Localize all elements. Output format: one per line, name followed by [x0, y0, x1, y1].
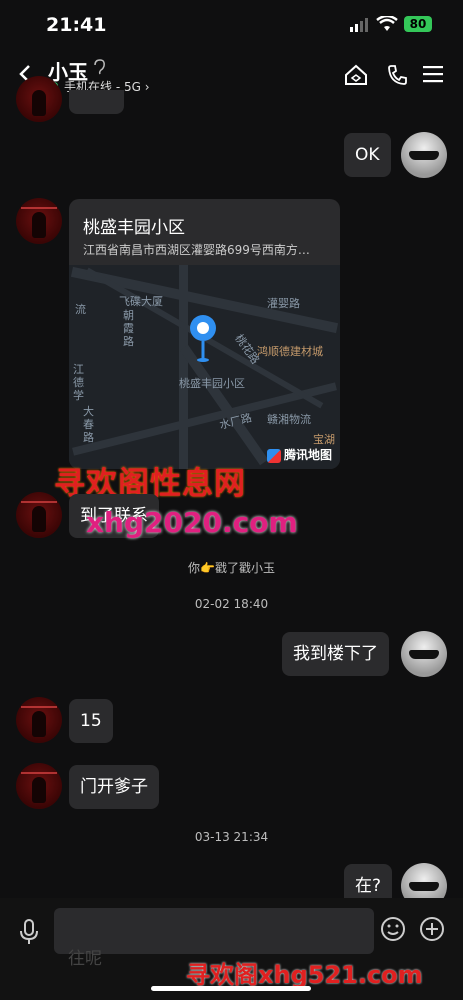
plus-icon[interactable]	[419, 916, 445, 942]
tencent-map-icon	[266, 448, 281, 463]
location-name: 桃盛丰园小区	[83, 218, 185, 238]
chevron-right-icon: ›	[144, 80, 150, 94]
map-label: 朝霞路	[123, 309, 134, 348]
status-bar: 21:41 80	[0, 0, 463, 50]
watermark-url: xhg2020.com	[86, 506, 298, 539]
location-map[interactable]: 飞碟大厦 朝霞路 流 灌婴路 鸿顺德建材城 桃花路 桃盛丰园小区 江德学 大春路…	[69, 265, 340, 469]
message-bubble-sent: 我到楼下了	[282, 632, 389, 676]
phone-icon[interactable]	[386, 64, 408, 86]
location-pin-icon	[190, 315, 216, 362]
map-label: 鸿顺德建材城	[257, 345, 323, 358]
location-card[interactable]: 桃盛丰园小区 江西省南昌市西湖区灌婴路699号西南方… 飞碟大厦 朝霞路 流 灌…	[69, 199, 340, 469]
message-bubble-sent: OK	[344, 133, 391, 177]
contact-avatar[interactable]	[16, 76, 62, 122]
menu-icon[interactable]	[423, 64, 443, 84]
contact-avatar[interactable]	[16, 697, 62, 743]
map-label: 大春路	[83, 405, 94, 444]
contact-avatar[interactable]	[16, 763, 62, 809]
contact-avatar[interactable]	[16, 492, 62, 538]
watermark-bottom: 寻欢阁xhg521.com	[186, 961, 423, 989]
timestamp: 02-02 18:40	[194, 597, 269, 611]
message-bubble-received: 门开爹子	[69, 765, 159, 809]
message-preview-faint: 往呢	[68, 949, 102, 969]
message-input[interactable]	[54, 908, 374, 954]
map-label: 桃盛丰园小区	[179, 377, 245, 390]
signal-icon	[350, 18, 368, 32]
my-avatar[interactable]	[401, 132, 447, 178]
home-icon[interactable]	[344, 64, 368, 86]
message-bubble-partial	[69, 90, 124, 114]
battery-icon: 80	[404, 16, 432, 32]
map-label: 宝湖	[313, 433, 335, 446]
location-address: 江西省南昌市西湖区灌婴路699号西南方…	[83, 243, 310, 257]
map-provider: 腾讯地图	[266, 446, 332, 463]
poke-notice: 你👉戳了戳小玉	[188, 561, 275, 575]
wifi-icon	[376, 16, 398, 31]
my-avatar[interactable]	[401, 631, 447, 677]
contact-avatar[interactable]	[16, 198, 62, 244]
message-bubble-received: 15	[69, 699, 113, 743]
emoji-icon[interactable]	[380, 916, 406, 942]
map-provider-label: 腾讯地图	[283, 448, 332, 462]
home-indicator[interactable]	[151, 986, 311, 991]
ear-icon	[94, 59, 105, 75]
status-time: 21:41	[46, 14, 107, 36]
map-label: 灌婴路	[267, 297, 300, 310]
timestamp: 03-13 21:34	[194, 830, 269, 844]
microphone-icon[interactable]	[18, 919, 40, 945]
map-label: 流	[75, 303, 86, 316]
map-label: 飞碟大厦	[119, 295, 163, 308]
map-label: 江德学	[73, 363, 84, 402]
map-label: 赣湘物流	[267, 413, 311, 426]
